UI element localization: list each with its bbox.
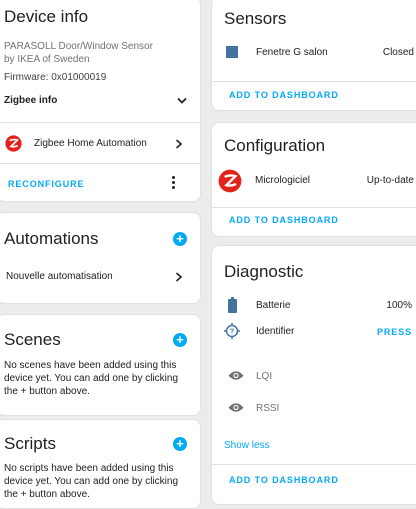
device-manufacturer: by IKEA of Sweden [4,54,90,65]
add-script-icon[interactable]: + [173,437,187,451]
configuration-entity-row[interactable]: Micrologiciel Up-to-date [212,167,416,195]
identify-label: Identifier [256,326,295,337]
lqi-label: LQI [256,371,273,382]
zigbee-logo-icon [218,169,242,193]
configuration-title: Configuration [224,136,326,155]
more-options-icon[interactable] [170,176,176,190]
scripts-empty-text: No scripts have been added using this de… [4,463,179,500]
divider [212,81,416,82]
divider [212,464,416,465]
diagnostic-title: Diagnostic [224,262,304,281]
device-info-title: Device info [4,7,89,26]
integration-row[interactable]: Zigbee Home Automation [0,131,200,157]
add-scene-icon[interactable]: + [173,333,187,347]
device-firmware: Firmware: 0x01000019 [4,72,107,83]
device-info-card: Device info PARASOLL Door/Window Sensor … [0,0,201,202]
sensor-entity-row[interactable]: Fenetre G salon Closed [212,41,416,65]
configuration-add-to-dashboard-button[interactable]: ADD TO DASHBOARD [229,215,339,225]
chevron-right-icon [175,139,183,149]
scenes-title: Scenes [4,330,61,349]
show-less-link[interactable]: Show less [224,440,270,451]
svg-text:?: ? [230,329,234,336]
automation-item-label: Nouvelle automatisation [6,271,113,282]
sensor-entity-name: Fenetre G salon [256,47,328,58]
reconfigure-button[interactable]: RECONFIGURE [8,179,84,189]
sensors-add-to-dashboard-button[interactable]: ADD TO DASHBOARD [229,90,339,100]
eye-icon [228,403,244,412]
configuration-card: Configuration Micrologiciel Up-to-date A… [211,122,416,237]
rssi-label: RSSI [256,403,280,414]
door-sensor-icon [226,46,238,58]
sensors-card: Sensors Fenetre G salon Closed ADD TO DA… [211,0,416,111]
sensors-title: Sensors [224,9,287,28]
divider [0,122,200,123]
device-model: PARASOLL Door/Window Sensor [4,41,153,52]
configuration-entity-state: Up-to-date [366,175,414,186]
zigbee-info-toggle[interactable]: Zigbee info [0,90,200,114]
automation-list-item[interactable]: Nouvelle automatisation [0,265,200,289]
scenes-empty-text: No scenes have been added using this dev… [4,360,179,397]
lqi-row[interactable]: LQI [212,365,416,389]
configuration-entity-name: Micrologiciel [255,175,311,186]
diagnostic-card: Diagnostic Batterie 100% ? Identifier PR… [211,245,416,505]
zigbee-info-label: Zigbee info [4,95,58,106]
diagnostic-add-to-dashboard-button[interactable]: ADD TO DASHBOARD [229,475,339,485]
add-automation-icon[interactable]: + [173,232,187,246]
chevron-down-icon [177,97,187,104]
identify-press-button[interactable]: PRESS [377,327,412,337]
battery-value: 100% [386,300,412,311]
identify-row: ? Identifier PRESS [212,320,416,344]
rssi-row[interactable]: RSSI [212,397,416,421]
automations-title: Automations [4,229,99,248]
identify-icon: ? [224,323,240,339]
chevron-right-icon [175,272,183,282]
scripts-card: Scripts + No scripts have been added usi… [0,419,201,509]
sensor-entity-state: Closed [382,47,414,58]
integration-label: Zigbee Home Automation [34,138,147,149]
zigbee-logo-icon [5,135,22,152]
battery-label: Batterie [256,300,291,311]
scenes-card: Scenes + No scenes have been added using… [0,314,201,416]
scripts-title: Scripts [4,434,56,453]
battery-row[interactable]: Batterie 100% [212,294,416,318]
divider [0,163,200,164]
battery-icon [228,297,237,313]
automations-card: Automations + Nouvelle automatisation [0,212,201,304]
divider [212,207,416,208]
eye-icon [228,371,244,380]
